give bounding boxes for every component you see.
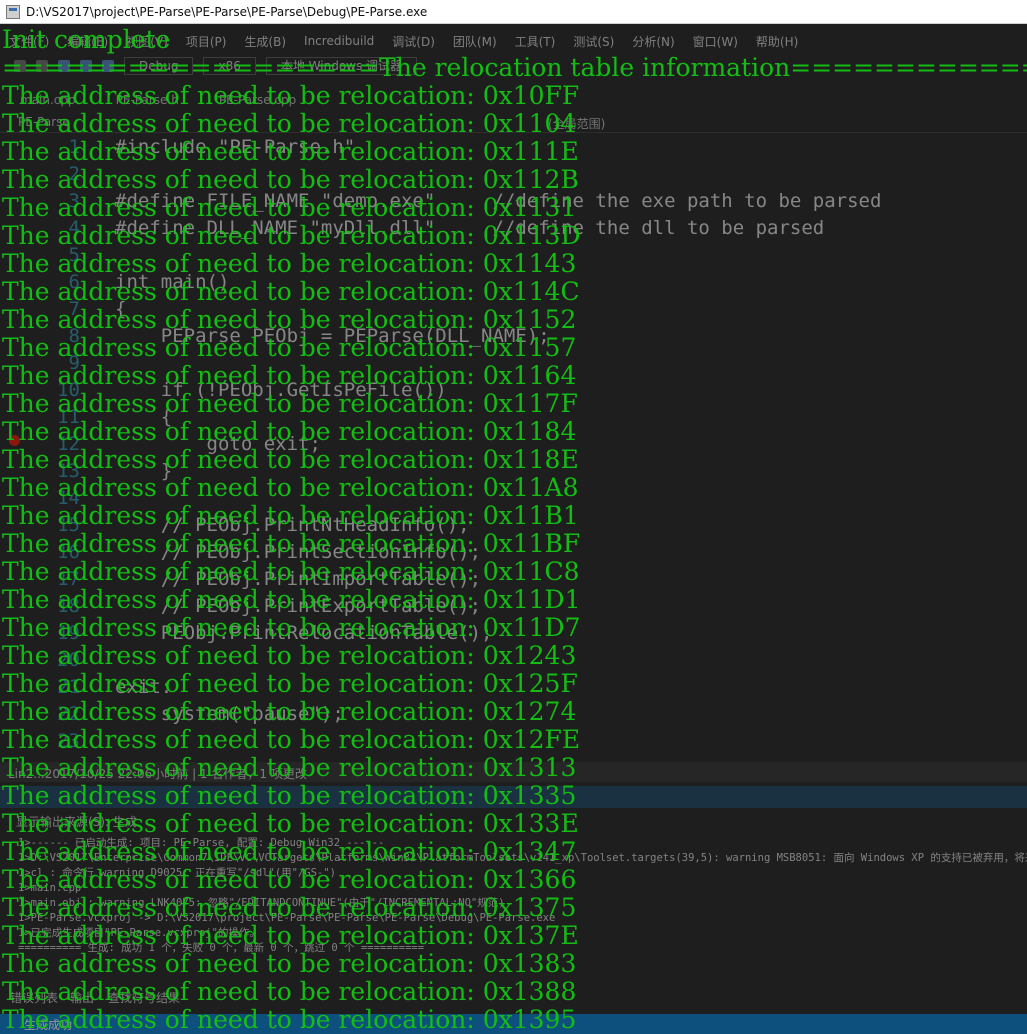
- console-relocation-line: The address of need to be relocation: 0x…: [2, 782, 577, 810]
- console-relocation-line: The address of need to be relocation: 0x…: [2, 250, 577, 278]
- console-relocation-line: The address of need to be relocation: 0x…: [2, 586, 581, 614]
- console-relocation-line: The address of need to be relocation: 0x…: [2, 82, 580, 110]
- console-relocation-line: The address of need to be relocation: 0x…: [2, 922, 579, 950]
- console-relocation-line: The address of need to be relocation: 0x…: [2, 558, 580, 586]
- console-relocation-line: The address of need to be relocation: 0x…: [2, 474, 579, 502]
- console-relocation-line: The address of need to be relocation: 0x…: [2, 978, 577, 1006]
- console-relocation-line: The address of need to be relocation: 0x…: [2, 110, 577, 138]
- console-relocation-line: The address of need to be relocation: 0x…: [2, 166, 579, 194]
- console-relocation-line: The address of need to be relocation: 0x…: [2, 530, 581, 558]
- console-relocation-line: The address of need to be relocation: 0x…: [2, 754, 577, 782]
- console-relocation-line: The address of need to be relocation: 0x…: [2, 950, 577, 978]
- console-relocation-line: The address of need to be relocation: 0x…: [2, 866, 577, 894]
- console-relocation-line: The address of need to be relocation: 0x…: [2, 698, 577, 726]
- console-relocation-line: The address of need to be relocation: 0x…: [2, 222, 581, 250]
- console-relocation-line: The address of need to be relocation: 0x…: [2, 418, 577, 446]
- console-relocation-line: The address of need to be relocation: 0x…: [2, 726, 581, 754]
- console-relocation-line: The address of need to be relocation: 0x…: [2, 194, 577, 222]
- console-relocation-line: The address of need to be relocation: 0x…: [2, 810, 579, 838]
- console-relocation-line: The address of need to be relocation: 0x…: [2, 502, 579, 530]
- console-relocation-line: The address of need to be relocation: 0x…: [2, 362, 577, 390]
- console-relocation-line: The address of need to be relocation: 0x…: [2, 334, 577, 362]
- console-output: Init complete ==================The reloc…: [0, 0, 1027, 1034]
- console-relocation-line: The address of need to be relocation: 0x…: [2, 278, 580, 306]
- console-relocation-line: The address of need to be relocation: 0x…: [2, 446, 579, 474]
- console-relocation-line: The address of need to be relocation: 0x…: [2, 642, 577, 670]
- console-relocation-line: The address of need to be relocation: 0x…: [2, 894, 577, 922]
- console-section-header: ==================The relocation table i…: [2, 54, 1027, 82]
- console-relocation-line: The address of need to be relocation: 0x…: [2, 670, 578, 698]
- console-relocation-line: The address of need to be relocation: 0x…: [2, 614, 581, 642]
- console-relocation-line: The address of need to be relocation: 0x…: [2, 838, 577, 866]
- console-init-line: Init complete: [2, 26, 171, 54]
- console-relocation-line: The address of need to be relocation: 0x…: [2, 306, 577, 334]
- console-relocation-line: The address of need to be relocation: 0x…: [2, 390, 578, 418]
- console-relocation-line: The address of need to be relocation: 0x…: [2, 138, 579, 166]
